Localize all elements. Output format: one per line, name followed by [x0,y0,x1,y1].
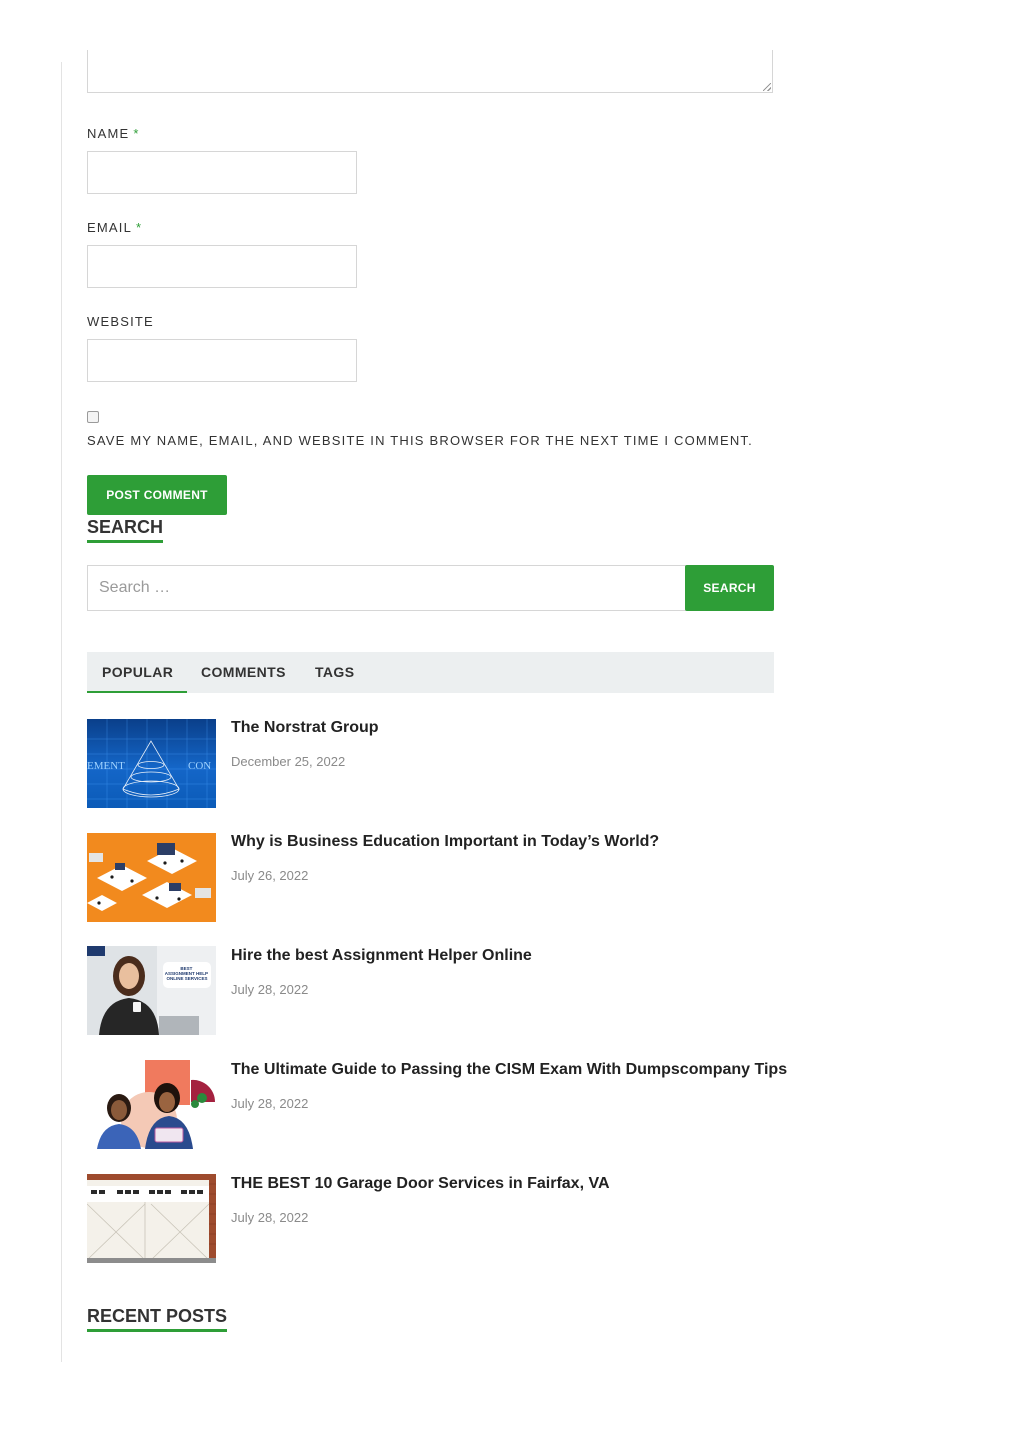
post-comment-button[interactable]: POST COMMENT [87,475,227,515]
tabbed-widget-tabs: POPULAR COMMENTS TAGS [87,652,774,693]
thumb-text-right: CON [188,760,211,772]
post-date[interactable]: July 28, 2022 [231,982,308,997]
post-title-link[interactable]: The Ultimate Guide to Passing the CISM E… [231,1061,787,1079]
post-title-link[interactable]: Why is Business Education Important in T… [231,833,659,851]
post-title-link[interactable]: THE BEST 10 Garage Door Services in Fair… [231,1175,610,1193]
content-left-border [61,62,62,1362]
post-thumbnail[interactable] [87,833,216,922]
post-thumbnail[interactable]: BEST ASSIGNMENT HELP ONLINE SERVICES [87,946,216,1035]
search-button[interactable]: SEARCH [685,565,774,611]
post-title-link[interactable]: Hire the best Assignment Helper Online [231,947,532,965]
post-thumbnail[interactable]: EMENT CON [87,719,216,808]
recent-posts-title: RECENT POSTS [87,1305,228,1332]
website-label: WEBSITE [87,314,154,329]
required-mark: * [136,220,143,235]
post-thumbnail[interactable] [87,1174,216,1263]
post-date[interactable]: July 28, 2022 [231,1210,308,1225]
post-date[interactable]: December 25, 2022 [231,754,345,769]
save-info-checkbox[interactable] [87,411,99,423]
tab-popular[interactable]: POPULAR [87,652,187,693]
website-input[interactable] [87,339,357,382]
tab-tags[interactable]: TAGS [315,652,354,693]
two-girls-tablet-image [87,1060,216,1149]
save-info-label: SAVE MY NAME, EMAIL, AND WEBSITE IN THIS… [87,433,753,448]
network-cone-image: EMENT CON [87,719,216,808]
search-widget-title: SEARCH [87,516,164,543]
name-label-text: NAME [87,126,130,141]
search-input[interactable]: Search … [87,565,686,611]
email-label: EMAIL * [87,220,142,235]
comment-textarea[interactable] [87,50,773,93]
post-date[interactable]: July 28, 2022 [231,1096,308,1111]
post-thumbnail[interactable] [87,1060,216,1149]
name-label: NAME * [87,126,140,141]
resize-handle-icon[interactable] [763,83,771,91]
woman-with-mug-image: BEST ASSIGNMENT HELP ONLINE SERVICES [87,946,216,1035]
post-title-link[interactable]: The Norstrat Group [231,719,379,737]
tab-comments[interactable]: COMMENTS [201,652,286,693]
garage-door-image [87,1174,216,1263]
thumb-text-left: EMENT [87,760,125,772]
email-input[interactable] [87,245,357,288]
post-date[interactable]: July 26, 2022 [231,868,308,883]
name-input[interactable] [87,151,357,194]
email-label-text: EMAIL [87,220,133,235]
required-mark: * [133,126,140,141]
isometric-office-image [87,833,216,922]
